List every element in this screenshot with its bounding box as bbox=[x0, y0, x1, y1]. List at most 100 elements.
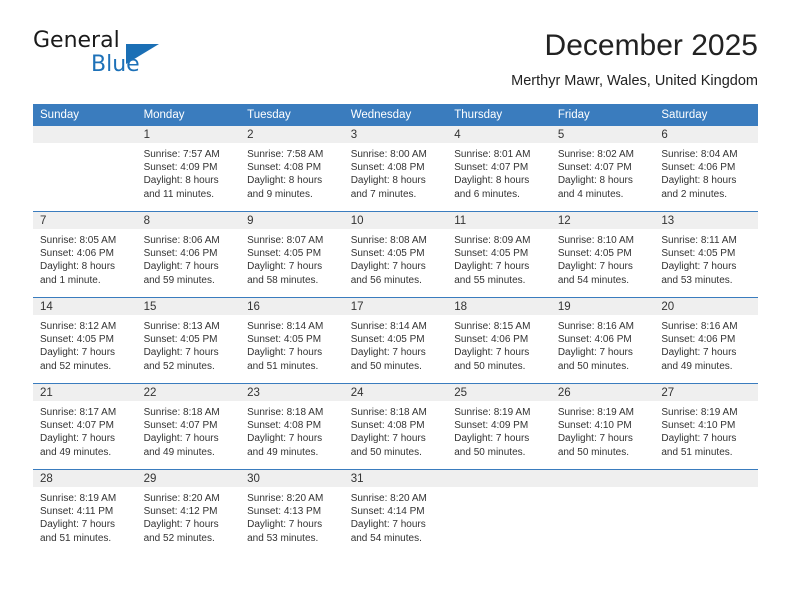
day-cell[interactable] bbox=[447, 469, 551, 555]
day-cell[interactable]: 8 Sunrise: 8:06 AM Sunset: 4:06 PM Dayli… bbox=[136, 211, 241, 298]
day-number: 24 bbox=[343, 384, 448, 401]
daylight-text-line2: and 49 minutes. bbox=[143, 446, 215, 458]
day-number: 10 bbox=[343, 212, 448, 229]
sunset-text: Sunset: 4:05 PM bbox=[350, 334, 425, 346]
day-cell[interactable]: 21 Sunrise: 8:17 AM Sunset: 4:07 PM Dayl… bbox=[33, 383, 137, 470]
daylight-text-line2: and 50 minutes. bbox=[350, 360, 422, 372]
day-number: 17 bbox=[343, 298, 448, 315]
day-details: Sunrise: 8:13 AM Sunset: 4:05 PM Dayligh… bbox=[137, 315, 241, 373]
daylight-text-line1: Daylight: 8 hours bbox=[247, 175, 323, 187]
day-cell[interactable]: 24 Sunrise: 8:18 AM Sunset: 4:08 PM Dayl… bbox=[343, 383, 448, 470]
day-number: 16 bbox=[240, 298, 344, 315]
day-cell[interactable]: 7 Sunrise: 8:05 AM Sunset: 4:06 PM Dayli… bbox=[33, 211, 137, 298]
day-cell[interactable]: 6 Sunrise: 8:04 AM Sunset: 4:06 PM Dayli… bbox=[654, 126, 758, 212]
day-cell[interactable]: 26 Sunrise: 8:19 AM Sunset: 4:10 PM Dayl… bbox=[550, 383, 655, 470]
day-number: 30 bbox=[240, 470, 344, 487]
day-cell[interactable]: 3 Sunrise: 8:00 AM Sunset: 4:08 PM Dayli… bbox=[343, 126, 448, 212]
day-cell[interactable]: 4 Sunrise: 8:01 AM Sunset: 4:07 PM Dayli… bbox=[447, 126, 551, 212]
daylight-text-line2: and 52 minutes. bbox=[40, 360, 112, 372]
daylight-text-line2: and 11 minutes. bbox=[143, 188, 214, 200]
daylight-text-line2: and 49 minutes. bbox=[40, 446, 112, 458]
day-details bbox=[33, 143, 137, 148]
daylight-text-line1: Daylight: 7 hours bbox=[454, 433, 530, 445]
day-number: 19 bbox=[550, 298, 655, 315]
day-details: Sunrise: 8:19 AM Sunset: 4:09 PM Dayligh… bbox=[447, 401, 551, 459]
day-cell[interactable]: 20 Sunrise: 8:16 AM Sunset: 4:06 PM Dayl… bbox=[654, 297, 758, 384]
day-details: Sunrise: 8:07 AM Sunset: 4:05 PM Dayligh… bbox=[240, 229, 344, 287]
day-cell[interactable] bbox=[550, 469, 655, 555]
day-cell[interactable]: 25 Sunrise: 8:19 AM Sunset: 4:09 PM Dayl… bbox=[447, 383, 551, 470]
daylight-text-line1: Daylight: 8 hours bbox=[143, 175, 219, 187]
sunrise-sunset-calendar-table: Sunday Monday Tuesday Wednesday Thursday… bbox=[33, 104, 758, 555]
daylight-text-line1: Daylight: 7 hours bbox=[557, 261, 633, 273]
daylight-text-line1: Daylight: 7 hours bbox=[350, 347, 426, 359]
daylight-text-line2: and 49 minutes. bbox=[661, 360, 733, 372]
day-number: 21 bbox=[33, 384, 137, 401]
day-cell[interactable]: 1 Sunrise: 7:57 AM Sunset: 4:09 PM Dayli… bbox=[136, 126, 241, 212]
day-details: Sunrise: 8:14 AM Sunset: 4:05 PM Dayligh… bbox=[240, 315, 344, 373]
calendar-week-row: 21 Sunrise: 8:17 AM Sunset: 4:07 PM Dayl… bbox=[33, 383, 758, 470]
calendar-week-row: 28 Sunrise: 8:19 AM Sunset: 4:11 PM Dayl… bbox=[33, 469, 758, 555]
day-details: Sunrise: 8:17 AM Sunset: 4:07 PM Dayligh… bbox=[33, 401, 137, 459]
daylight-text-line1: Daylight: 7 hours bbox=[350, 433, 426, 445]
day-cell[interactable]: 2 Sunrise: 7:58 AM Sunset: 4:08 PM Dayli… bbox=[240, 126, 344, 212]
day-number: 15 bbox=[136, 298, 241, 315]
day-number: 4 bbox=[447, 126, 551, 143]
day-number: 20 bbox=[654, 298, 758, 315]
sunset-text: Sunset: 4:07 PM bbox=[454, 162, 529, 174]
day-cell[interactable]: 18 Sunrise: 8:15 AM Sunset: 4:06 PM Dayl… bbox=[447, 297, 551, 384]
daylight-text-line1: Daylight: 8 hours bbox=[454, 175, 530, 187]
day-cell[interactable]: 16 Sunrise: 8:14 AM Sunset: 4:05 PM Dayl… bbox=[240, 297, 344, 384]
day-cell[interactable]: 11 Sunrise: 8:09 AM Sunset: 4:05 PM Dayl… bbox=[447, 211, 551, 298]
day-details: Sunrise: 8:18 AM Sunset: 4:08 PM Dayligh… bbox=[240, 401, 344, 459]
daylight-text-line2: and 51 minutes. bbox=[40, 532, 112, 544]
sunset-text: Sunset: 4:05 PM bbox=[454, 248, 529, 260]
sunset-text: Sunset: 4:06 PM bbox=[661, 162, 736, 174]
sunrise-text: Sunrise: 8:16 AM bbox=[557, 321, 634, 332]
day-cell[interactable]: 10 Sunrise: 8:08 AM Sunset: 4:05 PM Dayl… bbox=[343, 211, 448, 298]
day-cell[interactable]: 31 Sunrise: 8:20 AM Sunset: 4:14 PM Dayl… bbox=[343, 469, 448, 555]
day-cell[interactable]: 30 Sunrise: 8:20 AM Sunset: 4:13 PM Dayl… bbox=[240, 469, 344, 555]
day-cell[interactable]: 9 Sunrise: 8:07 AM Sunset: 4:05 PM Dayli… bbox=[240, 211, 344, 298]
day-cell[interactable]: 27 Sunrise: 8:19 AM Sunset: 4:10 PM Dayl… bbox=[654, 383, 758, 470]
day-details: Sunrise: 8:19 AM Sunset: 4:10 PM Dayligh… bbox=[654, 401, 758, 459]
calendar-header-row: Sunday Monday Tuesday Wednesday Thursday… bbox=[33, 104, 758, 126]
logo-text-general: General bbox=[33, 28, 120, 53]
daylight-text-line1: Daylight: 7 hours bbox=[661, 433, 737, 445]
daylight-text-line2: and 9 minutes. bbox=[247, 188, 313, 200]
day-cell[interactable]: 17 Sunrise: 8:14 AM Sunset: 4:05 PM Dayl… bbox=[343, 297, 448, 384]
daylight-text-line1: Daylight: 7 hours bbox=[247, 433, 323, 445]
sunrise-text: Sunrise: 8:05 AM bbox=[40, 235, 117, 246]
day-cell[interactable] bbox=[33, 126, 137, 212]
sunset-text: Sunset: 4:06 PM bbox=[454, 334, 529, 346]
day-cell[interactable]: 29 Sunrise: 8:20 AM Sunset: 4:12 PM Dayl… bbox=[136, 469, 241, 555]
day-number: 3 bbox=[343, 126, 448, 143]
daylight-text-line1: Daylight: 7 hours bbox=[350, 261, 426, 273]
day-number: 5 bbox=[550, 126, 655, 143]
day-details: Sunrise: 7:57 AM Sunset: 4:09 PM Dayligh… bbox=[137, 143, 241, 201]
day-cell[interactable]: 12 Sunrise: 8:10 AM Sunset: 4:05 PM Dayl… bbox=[550, 211, 655, 298]
day-details: Sunrise: 8:05 AM Sunset: 4:06 PM Dayligh… bbox=[33, 229, 137, 287]
day-cell[interactable]: 5 Sunrise: 8:02 AM Sunset: 4:07 PM Dayli… bbox=[550, 126, 655, 212]
day-cell[interactable]: 15 Sunrise: 8:13 AM Sunset: 4:05 PM Dayl… bbox=[136, 297, 241, 384]
day-cell[interactable]: 14 Sunrise: 8:12 AM Sunset: 4:05 PM Dayl… bbox=[33, 297, 137, 384]
location-subtitle: Merthyr Mawr, Wales, United Kingdom bbox=[511, 73, 758, 89]
day-cell[interactable]: 19 Sunrise: 8:16 AM Sunset: 4:06 PM Dayl… bbox=[550, 297, 655, 384]
day-cell[interactable]: 28 Sunrise: 8:19 AM Sunset: 4:11 PM Dayl… bbox=[33, 469, 137, 555]
day-cell[interactable] bbox=[654, 469, 758, 555]
day-cell[interactable]: 22 Sunrise: 8:18 AM Sunset: 4:07 PM Dayl… bbox=[136, 383, 241, 470]
weekday-header-tuesday: Tuesday bbox=[240, 104, 344, 126]
weekday-header-friday: Friday bbox=[550, 104, 655, 126]
sunset-text: Sunset: 4:07 PM bbox=[143, 420, 218, 432]
day-details: Sunrise: 8:01 AM Sunset: 4:07 PM Dayligh… bbox=[447, 143, 551, 201]
day-cell[interactable]: 23 Sunrise: 8:18 AM Sunset: 4:08 PM Dayl… bbox=[240, 383, 344, 470]
daylight-text-line2: and 7 minutes. bbox=[350, 188, 417, 200]
sunrise-text: Sunrise: 8:14 AM bbox=[247, 321, 324, 332]
sunrise-text: Sunrise: 8:11 AM bbox=[661, 235, 737, 246]
sunset-text: Sunset: 4:05 PM bbox=[247, 248, 322, 260]
daylight-text-line2: and 51 minutes. bbox=[247, 360, 319, 372]
sunrise-text: Sunrise: 8:18 AM bbox=[247, 407, 324, 418]
day-cell[interactable]: 13 Sunrise: 8:11 AM Sunset: 4:05 PM Dayl… bbox=[654, 211, 758, 298]
general-blue-logo[interactable]: General Blue bbox=[33, 28, 233, 90]
sunrise-text: Sunrise: 8:19 AM bbox=[40, 493, 117, 504]
